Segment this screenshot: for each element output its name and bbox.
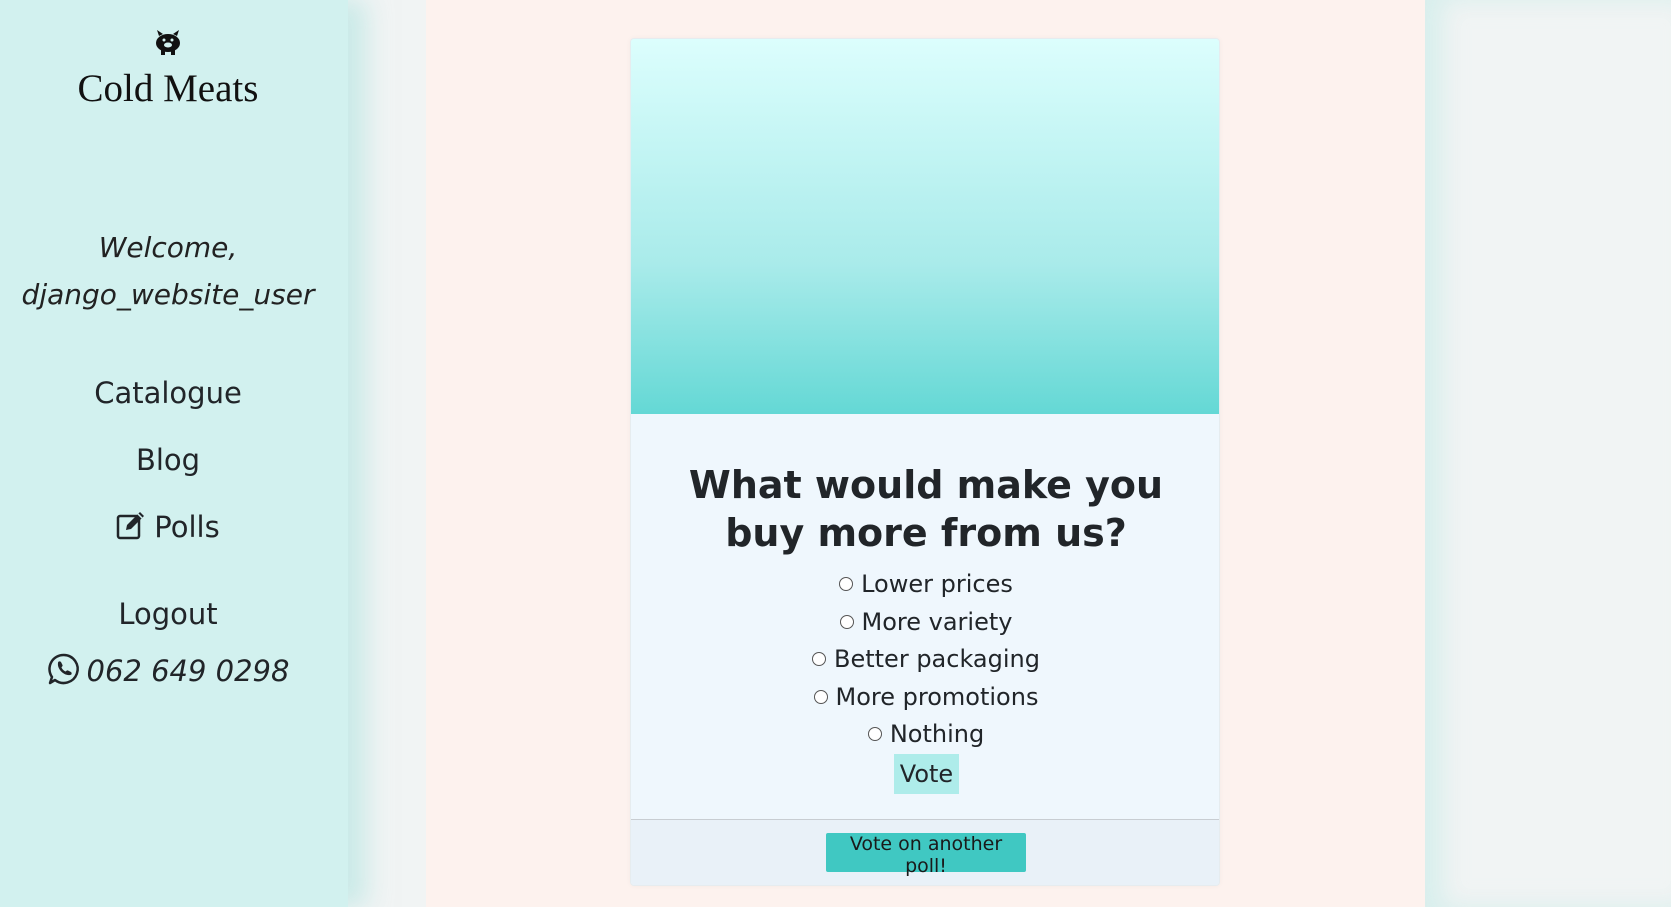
choice-label: Lower prices	[861, 570, 1013, 598]
phone-number: 062 649 0298	[86, 654, 290, 688]
nav-catalogue[interactable]: Catalogue	[0, 376, 336, 410]
choice-lower-prices[interactable]: Lower prices	[631, 566, 1219, 604]
radio-button[interactable]	[839, 577, 854, 591]
whatsapp-icon	[47, 653, 79, 685]
poll-question: What would make you buy more from us?	[688, 463, 1164, 556]
sidebar: Cold Meats Welcome, django_website_user …	[0, 0, 348, 907]
right-margin	[1425, 0, 1671, 907]
choice-label: More promotions	[835, 682, 1039, 711]
poll-card-footer: Vote on another poll!	[631, 819, 1219, 885]
brand-name[interactable]: Cold Meats	[0, 66, 336, 111]
choice-label: More variety	[861, 607, 1013, 636]
username: django_website_user	[21, 278, 315, 311]
pig-icon[interactable]	[150, 28, 186, 56]
choice-label: Better packaging	[834, 645, 1040, 673]
choice-better-packaging[interactable]: Better packaging	[631, 641, 1219, 679]
poll-choices: Lower prices More variety Better packagi…	[631, 566, 1219, 754]
choice-more-promotions[interactable]: More promotions	[631, 679, 1219, 717]
welcome-message: Welcome, django_website_user	[0, 224, 336, 318]
radio-button[interactable]	[812, 652, 826, 666]
choice-label: Nothing	[889, 720, 985, 748]
nav-blog[interactable]: Blog	[0, 443, 336, 477]
nav-polls-label: Polls	[154, 510, 220, 544]
radio-button[interactable]	[813, 689, 828, 704]
poll-card: What would make you buy more from us? Lo…	[630, 38, 1220, 886]
edit-icon	[117, 512, 145, 540]
radio-button[interactable]	[839, 614, 854, 629]
poll-banner-image	[631, 39, 1219, 414]
vote-another-poll-button[interactable]: Vote on another poll!	[826, 833, 1026, 877]
welcome-line: Welcome,	[98, 231, 238, 264]
choice-nothing[interactable]: Nothing	[631, 716, 1219, 754]
choice-more-variety[interactable]: More variety	[631, 604, 1219, 642]
phone-contact[interactable]: 062 649 0298	[0, 652, 336, 688]
radio-button[interactable]	[867, 727, 882, 741]
nav-polls[interactable]: Polls	[0, 510, 336, 544]
nav-logout[interactable]: Logout	[0, 597, 336, 631]
vote-button[interactable]: Vote	[894, 754, 959, 794]
